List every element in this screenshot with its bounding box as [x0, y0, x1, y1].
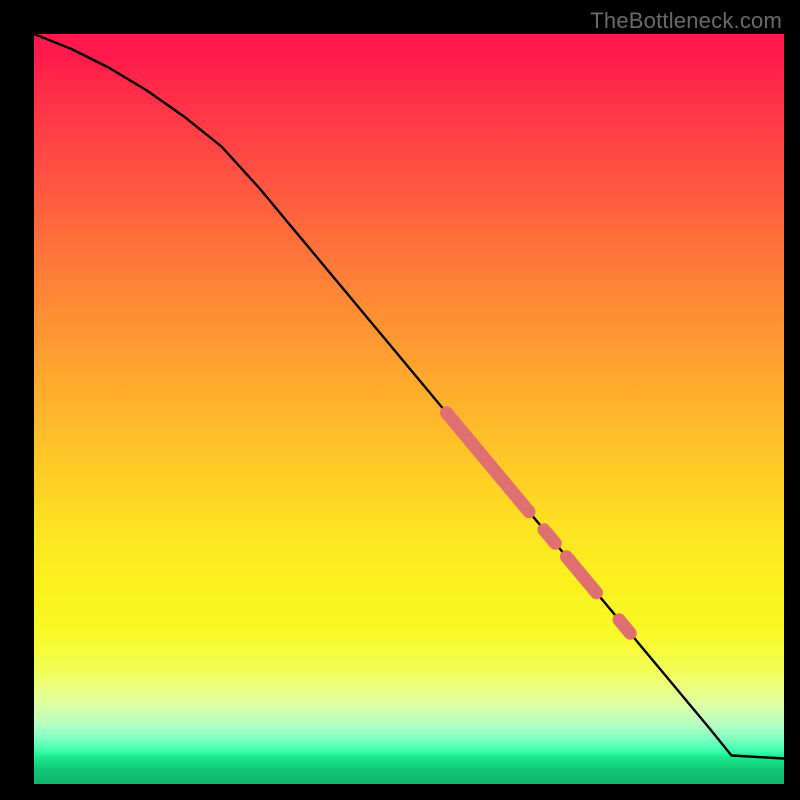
watermark-text: TheBottleneck.com [590, 8, 782, 34]
highlight-segment [567, 557, 597, 593]
main-curve-line [34, 34, 784, 759]
chart-frame: TheBottleneck.com [0, 0, 800, 800]
plot-area [34, 34, 784, 784]
highlight-segment [619, 620, 630, 634]
highlight-segment [544, 530, 555, 544]
highlight-segment [447, 413, 530, 512]
chart-overlay [34, 34, 784, 784]
